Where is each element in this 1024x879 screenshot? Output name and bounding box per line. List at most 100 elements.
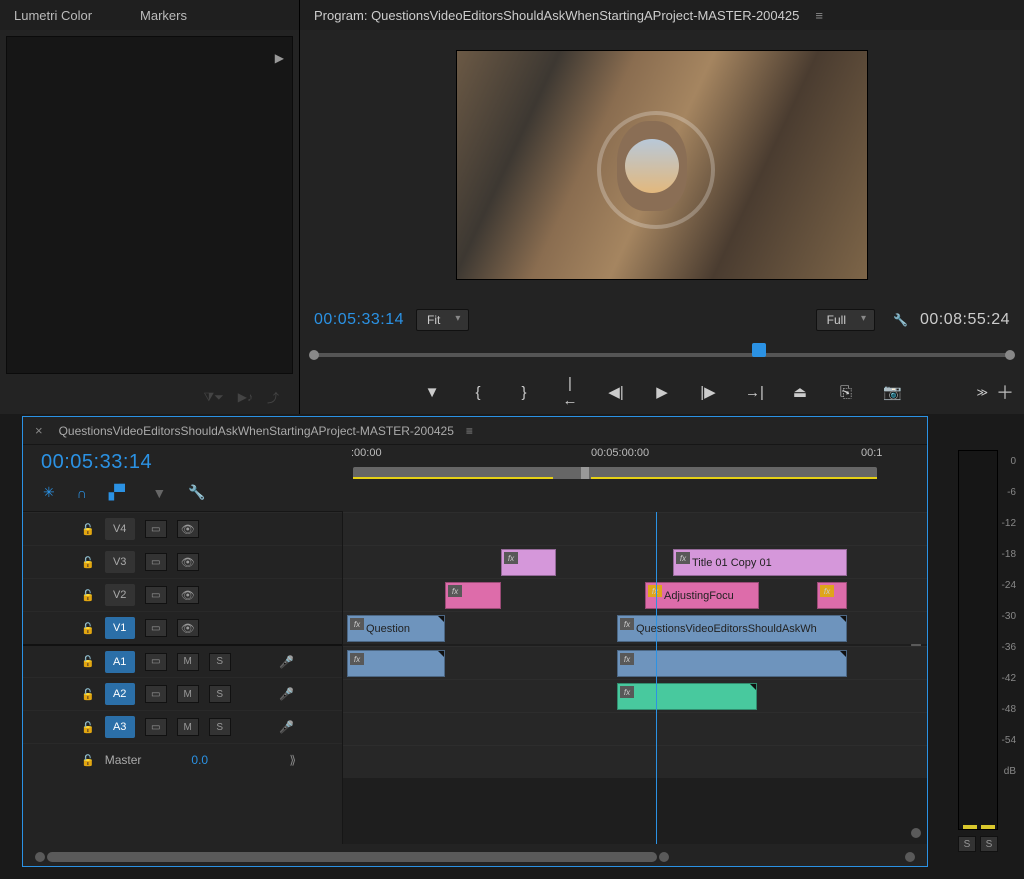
mute-icon[interactable] bbox=[177, 718, 199, 736]
lock-icon[interactable]: 🔓 bbox=[81, 655, 95, 668]
track-header-v2[interactable]: 🔓 V2 bbox=[23, 578, 342, 611]
sync-lock-icon[interactable] bbox=[145, 619, 167, 637]
zoom-dropdown[interactable]: Fit bbox=[416, 309, 469, 331]
expand-track-icon[interactable]: ⟫ bbox=[289, 753, 296, 767]
sync-lock-icon[interactable] bbox=[145, 653, 167, 671]
sequence-title[interactable]: QuestionsVideoEditorsShouldAskWhenStarti… bbox=[59, 424, 454, 438]
lift-icon[interactable]: ⏏ bbox=[791, 383, 809, 401]
panel-menu-icon[interactable]: ≡ bbox=[815, 8, 823, 23]
toggle-output-icon[interactable] bbox=[177, 586, 199, 604]
clip-v1-question[interactable]: fxQuestion bbox=[347, 615, 445, 642]
bracket-in-icon[interactable]: { bbox=[469, 384, 487, 401]
timeline-hscroll[interactable] bbox=[23, 848, 927, 866]
solo-icon[interactable] bbox=[209, 718, 231, 736]
marker-icon[interactable]: ▼ bbox=[152, 485, 166, 501]
track-label[interactable]: A2 bbox=[105, 683, 135, 705]
settings-icon[interactable]: 🔧 bbox=[893, 313, 908, 327]
voice-record-icon[interactable]: 🎤 bbox=[279, 655, 294, 669]
clip-v1-main[interactable]: fxQuestionsVideoEditorsShouldAskWh bbox=[617, 615, 847, 642]
mute-icon[interactable] bbox=[177, 685, 199, 703]
solo-left-icon[interactable]: S bbox=[958, 836, 976, 852]
clip-v2-adjust[interactable]: fxAdjustingFocu bbox=[645, 582, 759, 609]
track-header-v1[interactable]: 🔓 V1 bbox=[23, 611, 342, 644]
voice-record-icon[interactable]: 🎤 bbox=[279, 687, 294, 701]
clip-a1b[interactable]: fx bbox=[617, 650, 847, 677]
toggle-output-icon[interactable] bbox=[177, 520, 199, 538]
extract-icon[interactable]: ⎘ bbox=[837, 384, 855, 401]
lock-icon[interactable]: 🔓 bbox=[81, 556, 95, 569]
current-timecode[interactable]: 00:05:33:14 bbox=[314, 311, 404, 329]
clip-a1a[interactable]: fx bbox=[347, 650, 445, 677]
sync-lock-icon[interactable] bbox=[145, 718, 167, 736]
playhead[interactable] bbox=[656, 512, 657, 844]
sync-lock-icon[interactable] bbox=[145, 520, 167, 538]
mute-icon[interactable] bbox=[177, 653, 199, 671]
track-label[interactable]: V1 bbox=[105, 617, 135, 639]
meter-bars[interactable] bbox=[958, 450, 998, 830]
toggle-output-icon[interactable] bbox=[177, 619, 199, 637]
clip-v3a[interactable]: fx bbox=[501, 549, 556, 576]
program-scrubber[interactable] bbox=[314, 353, 1010, 357]
track-header-a2[interactable]: 🔓 A2 🎤 bbox=[23, 677, 342, 710]
track-label[interactable]: V4 bbox=[105, 518, 135, 540]
step-forward-icon[interactable]: |▶ bbox=[699, 383, 717, 401]
track-label[interactable]: A3 bbox=[105, 716, 135, 738]
nest-icon[interactable]: ✳ bbox=[43, 484, 55, 501]
linked-selection-icon[interactable]: ▞▘ bbox=[109, 484, 131, 501]
export-icon[interactable]: ⤴ bbox=[267, 389, 279, 406]
toggle-output-icon[interactable] bbox=[177, 553, 199, 571]
track-label[interactable]: A1 bbox=[105, 651, 135, 673]
clip-a2[interactable]: fx bbox=[617, 683, 757, 710]
track-header-a1[interactable]: 🔓 A1 🎤 bbox=[23, 644, 342, 677]
mark-in-icon[interactable]: ▼ bbox=[423, 384, 441, 401]
step-back-icon[interactable]: ◀| bbox=[607, 383, 625, 401]
clip-area[interactable]: fx fxTitle 01 Copy 01 fx fxAdjustingFocu… bbox=[343, 512, 927, 844]
filter-icon[interactable]: ⧩⏷ bbox=[203, 390, 223, 405]
snap-icon[interactable]: ∩ bbox=[77, 485, 87, 501]
new-bin-icon[interactable]: ▶♪ bbox=[238, 390, 253, 404]
close-icon[interactable]: × bbox=[35, 423, 43, 438]
go-to-out-icon[interactable]: →| bbox=[745, 384, 763, 401]
sync-lock-icon[interactable] bbox=[145, 586, 167, 604]
sync-lock-icon[interactable] bbox=[145, 685, 167, 703]
track-header-v4[interactable]: 🔓 V4 bbox=[23, 512, 342, 545]
track-header-a3[interactable]: 🔓 A3 🎤 bbox=[23, 710, 342, 743]
chevron-right-icon[interactable]: ▶ bbox=[275, 51, 284, 65]
lock-icon[interactable]: 🔓 bbox=[81, 589, 95, 602]
track-label[interactable]: V2 bbox=[105, 584, 135, 606]
lock-icon[interactable]: 🔓 bbox=[81, 622, 95, 635]
track-label[interactable]: V3 bbox=[105, 551, 135, 573]
clip-v2a[interactable]: fx bbox=[445, 582, 501, 609]
lock-icon[interactable]: 🔓 bbox=[81, 754, 95, 767]
lock-icon[interactable]: 🔓 bbox=[81, 688, 95, 701]
solo-icon[interactable] bbox=[209, 685, 231, 703]
timeline-settings-icon[interactable]: 🔧 bbox=[188, 484, 205, 501]
solo-icon[interactable] bbox=[209, 653, 231, 671]
more-icon[interactable]: ≫ bbox=[976, 386, 988, 399]
lock-icon[interactable]: 🔓 bbox=[81, 721, 95, 734]
vscroll-handle[interactable] bbox=[911, 828, 921, 838]
go-to-in-icon[interactable]: |← bbox=[561, 375, 579, 409]
master-value[interactable]: 0.0 bbox=[191, 753, 208, 767]
program-preview[interactable] bbox=[456, 50, 868, 280]
bracket-out-icon[interactable]: } bbox=[515, 384, 533, 401]
timeline-menu-icon[interactable]: ≡ bbox=[466, 424, 473, 438]
add-button-icon[interactable]: ＋ bbox=[996, 379, 1014, 405]
tab-lumetri-color[interactable]: Lumetri Color bbox=[14, 8, 92, 23]
voice-record-icon[interactable]: 🎤 bbox=[279, 720, 294, 734]
clip-v3-title[interactable]: fxTitle 01 Copy 01 bbox=[673, 549, 847, 576]
play-icon[interactable]: ▶ bbox=[653, 383, 671, 401]
track-header-v3[interactable]: 🔓 V3 bbox=[23, 545, 342, 578]
scrub-playhead[interactable] bbox=[752, 343, 766, 357]
tab-markers[interactable]: Markers bbox=[140, 8, 187, 23]
resolution-dropdown[interactable]: Full bbox=[816, 309, 875, 331]
clip-v2b[interactable]: fx bbox=[817, 582, 847, 609]
sync-lock-icon[interactable] bbox=[145, 553, 167, 571]
timeline-timecode[interactable]: 00:05:33:14 bbox=[23, 445, 343, 478]
track-header-master[interactable]: 🔓 Master 0.0 ⟫ bbox=[23, 743, 342, 776]
export-frame-icon[interactable]: 📷 bbox=[883, 383, 901, 401]
work-area-bar[interactable] bbox=[353, 467, 877, 479]
solo-right-icon[interactable]: S bbox=[980, 836, 998, 852]
time-ruler[interactable]: :00:00 00:05:00:00 00:1 bbox=[343, 445, 927, 512]
lock-icon[interactable]: 🔓 bbox=[81, 523, 95, 536]
